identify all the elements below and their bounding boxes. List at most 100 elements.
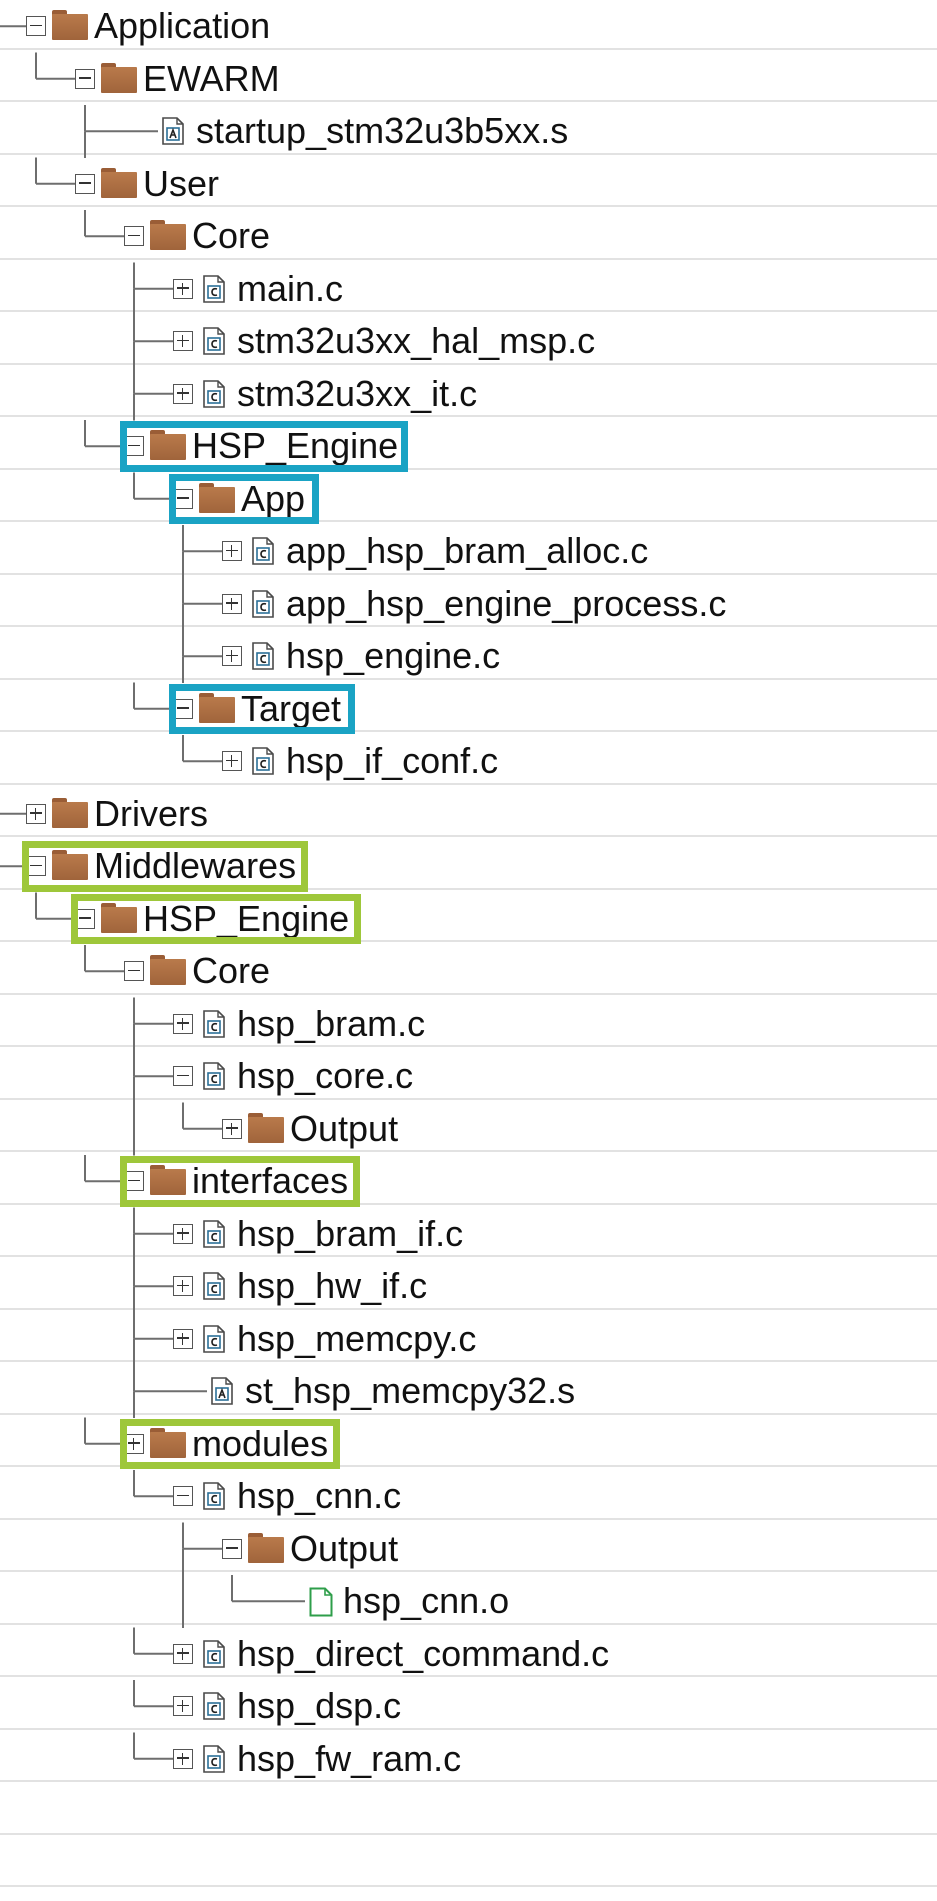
tree-file-hsp-bram-if-c[interactable]: hsp_bram_if.c — [0, 1208, 937, 1260]
tree-folder-drivers[interactable]: Drivers — [0, 788, 937, 840]
tree-file-hsp-cnn-c[interactable]: hsp_cnn.c — [0, 1470, 937, 1522]
tree-file-hsp-core-c[interactable]: hsp_core.c — [0, 1050, 937, 1102]
tree-folder-modules[interactable]: modules — [0, 1418, 937, 1470]
expand-toggle-icon[interactable] — [173, 1696, 193, 1717]
expand-toggle-icon[interactable] — [222, 751, 242, 772]
collapse-toggle-icon[interactable] — [124, 961, 144, 982]
c-source-file-icon — [203, 1639, 225, 1668]
tree-node-label: hsp_dsp.c — [237, 1685, 402, 1726]
expand-toggle-icon[interactable] — [222, 593, 242, 614]
folder-icon — [150, 430, 186, 461]
tree-file-st-hsp-memcpy32-s[interactable]: st_hsp_memcpy32.s — [0, 1365, 937, 1417]
tree-file-hsp-memcpy-c[interactable]: hsp_memcpy.c — [0, 1313, 937, 1365]
expand-toggle-icon[interactable] — [173, 1748, 193, 1769]
expand-toggle-icon[interactable] — [222, 541, 242, 562]
expand-toggle-icon[interactable] — [222, 646, 242, 667]
tree-file-hsp-bram-c[interactable]: hsp_bram.c — [0, 998, 937, 1050]
tree-node-label: hsp_fw_ram.c — [237, 1737, 462, 1779]
folder-icon — [150, 220, 186, 251]
tree-folder-output[interactable]: Output — [0, 1103, 937, 1155]
folder-icon — [52, 797, 88, 828]
collapse-toggle-icon[interactable] — [173, 1066, 193, 1087]
tree-file-hsp-engine-c[interactable]: hsp_engine.c — [0, 630, 937, 682]
tree-node-label: Middlewares — [94, 845, 297, 886]
tree-folder-user[interactable]: User — [0, 158, 937, 210]
expand-toggle-icon[interactable] — [173, 1643, 193, 1664]
expand-toggle-icon[interactable] — [173, 331, 193, 352]
collapse-toggle-icon[interactable] — [124, 436, 144, 457]
tree-file-startup-stm32u3b5xx-s[interactable]: startup_stm32u3b5xx.s — [0, 105, 937, 157]
tree-file-stm32u3xx-it-c[interactable]: stm32u3xx_it.c — [0, 368, 937, 420]
tree-node-label: EWARM — [143, 57, 280, 99]
collapse-toggle-icon[interactable] — [173, 488, 193, 509]
tree-node-label: interfaces — [192, 1160, 349, 1201]
tree-file-hsp-dsp-c[interactable]: hsp_dsp.c — [0, 1680, 937, 1732]
tree-folder-core[interactable]: Core — [0, 945, 937, 997]
folder-icon — [52, 850, 88, 881]
collapse-toggle-icon[interactable] — [124, 226, 144, 247]
tree-node-label: Output — [290, 1107, 399, 1149]
tree-file-app-hsp-bram-alloc-c[interactable]: app_hsp_bram_alloc.c — [0, 525, 937, 577]
tree-node-label: Core — [192, 215, 271, 256]
expand-toggle-icon[interactable] — [173, 1328, 193, 1349]
tree-node-label: hsp_if_conf.c — [286, 740, 499, 781]
tree-folder-core[interactable]: Core — [0, 210, 937, 262]
tree-node-label: User — [143, 162, 220, 204]
collapse-toggle-icon[interactable] — [222, 1538, 242, 1559]
c-source-file-icon — [203, 379, 225, 408]
tree-folder-interfaces[interactable]: interfaces — [0, 1155, 937, 1207]
expand-toggle-icon[interactable] — [222, 1118, 242, 1139]
tree-node-label: Drivers — [94, 792, 208, 834]
tree-node-label: app_hsp_bram_alloc.c — [286, 530, 649, 571]
expand-toggle-icon[interactable] — [173, 278, 193, 299]
tree-folder-application[interactable]: Application — [0, 0, 937, 52]
folder-icon — [101, 62, 137, 93]
tree-folder-app[interactable]: App — [0, 473, 937, 525]
tree-node-label: Target — [241, 687, 342, 729]
c-source-file-icon — [203, 1009, 225, 1038]
c-source-file-icon — [203, 1272, 225, 1301]
collapse-toggle-icon[interactable] — [26, 856, 46, 877]
expand-toggle-icon[interactable] — [124, 1433, 144, 1454]
assembly-file-icon — [162, 117, 184, 146]
tree-file-hsp-cnn-o[interactable]: hsp_cnn.o — [0, 1575, 937, 1627]
folder-icon — [150, 955, 186, 986]
collapse-toggle-icon[interactable] — [173, 1486, 193, 1507]
tree-file-stm32u3xx-hal-msp-c[interactable]: stm32u3xx_hal_msp.c — [0, 315, 937, 367]
tree-file-hsp-fw-ram-c[interactable]: hsp_fw_ram.c — [0, 1733, 937, 1785]
c-source-file-icon — [203, 1482, 225, 1511]
collapse-toggle-icon[interactable] — [124, 1171, 144, 1192]
tree-file-hsp-if-conf-c[interactable]: hsp_if_conf.c — [0, 735, 937, 787]
folder-icon — [199, 482, 235, 513]
expand-toggle-icon[interactable] — [173, 1276, 193, 1297]
tree-node-label: hsp_cnn.o — [343, 1580, 510, 1621]
tree-node-label: modules — [192, 1422, 329, 1464]
tree-file-app-hsp-engine-process-c[interactable]: app_hsp_engine_process.c — [0, 578, 937, 630]
collapse-toggle-icon[interactable] — [75, 68, 95, 89]
collapse-toggle-icon[interactable] — [173, 698, 193, 719]
tree-folder-hsp-engine[interactable]: HSP_Engine — [0, 893, 937, 945]
tree-file-hsp-direct-command-c[interactable]: hsp_direct_command.c — [0, 1628, 937, 1680]
tree-folder-ewarm[interactable]: EWARM — [0, 53, 937, 105]
tree-node-label: stm32u3xx_hal_msp.c — [237, 320, 596, 361]
tree-folder-middlewares[interactable]: Middlewares — [0, 840, 937, 892]
tree-node-label: app_hsp_engine_process.c — [286, 582, 727, 624]
tree-file-main-c[interactable]: main.c — [0, 263, 937, 315]
expand-toggle-icon[interactable] — [173, 383, 193, 404]
folder-icon — [199, 692, 235, 723]
expand-toggle-icon[interactable] — [26, 803, 46, 824]
c-source-file-icon — [203, 327, 225, 356]
tree-node-label: HSP_Engine — [143, 897, 350, 939]
expand-toggle-icon[interactable] — [173, 1013, 193, 1034]
collapse-toggle-icon[interactable] — [75, 173, 95, 194]
workspace-tree-panel: Application EWARM startup_stm32u3b5xx.s Use… — [0, 0, 937, 1901]
tree-file-hsp-hw-if-c[interactable]: hsp_hw_if.c — [0, 1260, 937, 1312]
tree-node-label: hsp_hw_if.c — [237, 1265, 428, 1306]
c-source-file-icon — [203, 1324, 225, 1353]
tree-folder-target[interactable]: Target — [0, 683, 937, 735]
tree-folder-hsp-engine[interactable]: HSP_Engine — [0, 420, 937, 472]
expand-toggle-icon[interactable] — [173, 1223, 193, 1244]
collapse-toggle-icon[interactable] — [26, 16, 46, 37]
collapse-toggle-icon[interactable] — [75, 908, 95, 929]
tree-folder-output[interactable]: Output — [0, 1523, 937, 1575]
